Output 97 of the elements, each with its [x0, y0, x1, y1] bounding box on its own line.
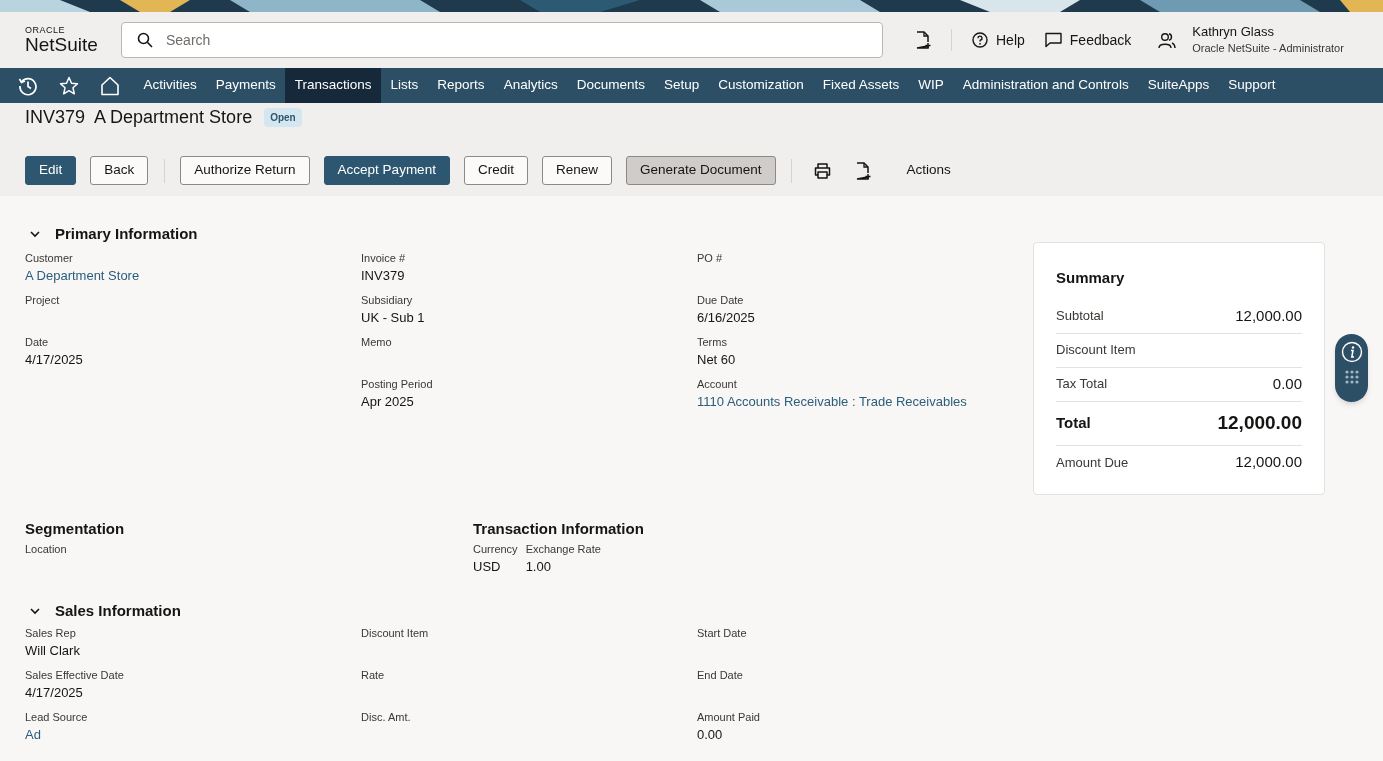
field-value: 4/17/2025 [25, 351, 84, 369]
nav-tab[interactable]: Support [1218, 68, 1285, 103]
summary-label: Total [1056, 412, 1091, 433]
chevron-icon[interactable] [29, 228, 41, 240]
field-label: Location [25, 542, 68, 557]
toolbar-button[interactable]: Credit [463, 156, 528, 185]
field-value: 1.00 [525, 558, 552, 576]
field-value: Will Clark [25, 642, 81, 660]
new-document-icon[interactable] [915, 31, 931, 49]
field-label: Customer [25, 251, 74, 266]
field-value: Net 60 [697, 351, 737, 369]
field-label: Exchange Rate [525, 542, 601, 557]
nav-tab[interactable]: Payments [206, 68, 286, 103]
field-value: UK - Sub 1 [361, 309, 426, 327]
nav-tab[interactable]: Transactions [285, 68, 382, 103]
field-label: Due Date [697, 293, 745, 308]
field-label: Subsidiary [361, 293, 414, 308]
nav-tab[interactable]: SuiteApps [1138, 68, 1219, 103]
nav-tab[interactable]: Reports [427, 68, 495, 103]
search-icon [137, 32, 153, 48]
help-icon [972, 32, 988, 48]
star-icon[interactable] [59, 75, 79, 96]
field-label: Rate [361, 668, 386, 683]
field-label: Posting Period [361, 377, 434, 392]
logo: NetSuite [25, 35, 99, 55]
field-label: Disc. Amt. [361, 710, 412, 725]
field-label: Date [25, 335, 50, 350]
toolbar-button[interactable]: Back [90, 156, 149, 185]
field-label: Amount Paid [697, 710, 761, 725]
home-icon[interactable] [100, 75, 120, 96]
nav-tab[interactable]: Lists [381, 68, 428, 103]
speech-bubble-icon [1044, 32, 1062, 48]
field-label: Sales Rep [25, 626, 77, 641]
nav-tab[interactable]: WIP [908, 68, 954, 103]
summary-value: 12,000.00 [1235, 305, 1302, 326]
actions-menu[interactable]: Actions [906, 160, 951, 181]
field-label: Currency [473, 542, 518, 557]
field-label: Project [25, 293, 61, 308]
user-role: Oracle NetSuite - Administrator [1192, 41, 1344, 56]
history-icon[interactable] [18, 75, 38, 96]
section-title: Segmentation [25, 519, 126, 539]
field-label: PO # [697, 251, 724, 266]
nav-tab[interactable]: Fixed Assets [813, 68, 909, 103]
summary-label: Subtotal [1056, 307, 1104, 326]
field-value: USD [473, 558, 502, 576]
nav-tab[interactable]: Setup [654, 68, 709, 103]
toolbar-button[interactable]: Authorize Return [180, 156, 310, 185]
field-label: Terms [697, 335, 728, 350]
field-label: End Date [697, 668, 744, 683]
field-value: 6/16/2025 [697, 309, 756, 327]
field-link[interactable]: Ad [25, 725, 361, 745]
field-link[interactable]: 1110 Accounts Receivable : Trade Receivables [697, 392, 1033, 412]
summary-value: 0.00 [1272, 373, 1302, 394]
field-value: 4/17/2025 [25, 684, 84, 702]
section-title[interactable]: Primary Information [55, 222, 198, 246]
nav-tab[interactable]: Administration and Controls [953, 68, 1139, 103]
new-document-icon[interactable] [854, 161, 871, 180]
toolbar-button[interactable]: Generate Document [625, 156, 776, 185]
summary-label: Discount Item [1056, 341, 1136, 360]
field-label: Memo [361, 335, 393, 350]
help-link[interactable]: Help [972, 29, 1025, 51]
grid-icon[interactable] [1343, 369, 1360, 385]
summary-label: Tax Total [1056, 375, 1108, 394]
summary-value: 12,000.00 [1217, 410, 1302, 435]
toolbar-button[interactable]: Accept Payment [323, 156, 450, 185]
nav-tab[interactable]: Documents [567, 68, 655, 103]
field-value: Apr 2025 [361, 393, 415, 411]
nav-tab[interactable]: Analytics [494, 68, 568, 103]
nav-tab[interactable]: Customization [708, 68, 814, 103]
nav-tab[interactable]: Activities [134, 68, 207, 103]
toolbar-button[interactable]: Renew [541, 156, 612, 185]
field-value: 0.00 [697, 726, 724, 744]
feedback-link[interactable]: Feedback [1044, 29, 1132, 51]
section-title: Transaction Information [473, 519, 644, 539]
users-icon[interactable] [1158, 31, 1177, 49]
section-title[interactable]: Sales Information [55, 599, 181, 623]
field-label: Sales Effective Date [25, 668, 125, 683]
info-icon[interactable] [1340, 341, 1363, 363]
record-title: INV379 A Department Store [25, 105, 253, 129]
print-icon[interactable] [813, 162, 831, 179]
side-widget[interactable] [1335, 334, 1368, 402]
field-label: Discount Item [361, 626, 430, 641]
user-name[interactable]: Kathryn Glass [1192, 24, 1344, 40]
logo-caption: ORACLE [25, 25, 66, 35]
summary-title: Summary [1056, 268, 1126, 288]
field-label: Lead Source [25, 710, 89, 725]
status-badge: Open [264, 107, 302, 127]
toolbar-button[interactable]: Edit [25, 156, 77, 185]
field-label: Account [697, 377, 738, 392]
field-label: Start Date [697, 626, 748, 641]
summary-label: Amount Due [1056, 453, 1129, 472]
summary-value: 12,000.00 [1235, 452, 1302, 473]
search-field[interactable]: Search [121, 22, 883, 58]
field-label: Invoice # [361, 251, 407, 266]
chevron-icon[interactable] [29, 605, 41, 617]
field-value: INV379 [361, 267, 406, 285]
field-link[interactable]: A Department Store [25, 266, 361, 286]
